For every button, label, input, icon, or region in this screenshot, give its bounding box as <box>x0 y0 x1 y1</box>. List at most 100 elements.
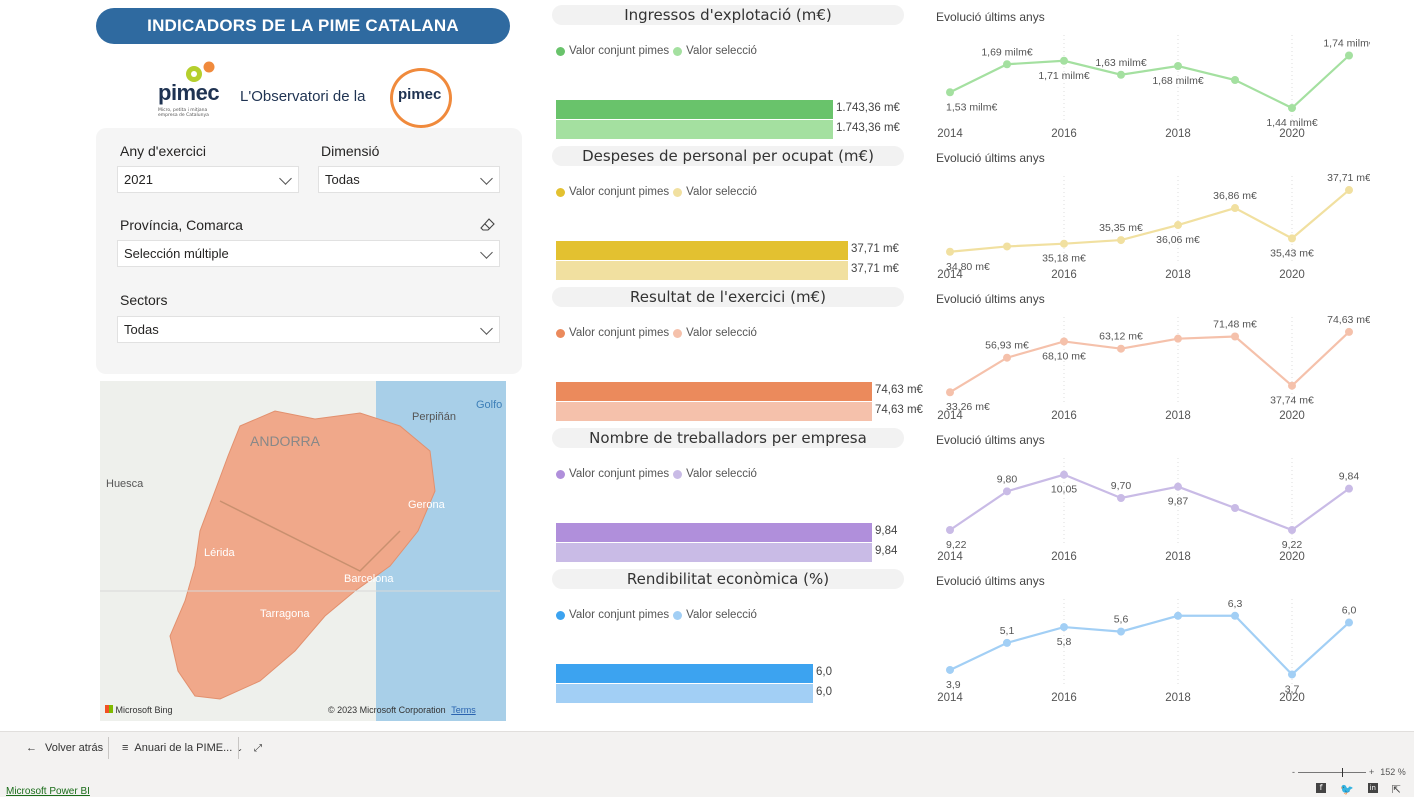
trend-chart[interactable]: 3,95,15,85,66,33,76,02014 2016 2018 2020 <box>930 589 1370 707</box>
trend-chart[interactable]: 33,26 m€56,93 m€68,10 m€63,12 m€71,48 m€… <box>930 307 1370 425</box>
map-label-barcelona: Barcelona <box>344 573 394 585</box>
data-point[interactable] <box>1174 334 1182 343</box>
data-label: 5,1 <box>1000 625 1015 637</box>
chart-legend: Valor conjunt pimes Valor selecció <box>556 186 757 198</box>
x-tick-label: 2016 <box>1051 269 1077 281</box>
data-label: 37,74 m€ <box>1270 395 1314 407</box>
legend-dot-selection <box>673 469 683 479</box>
data-point[interactable] <box>1288 381 1296 390</box>
bar-selection[interactable] <box>556 120 833 139</box>
bar-selection[interactable] <box>556 402 872 421</box>
dimension-label: Dimensió <box>321 143 380 159</box>
terms-link[interactable]: Terms <box>451 705 476 715</box>
map-label-huesca: Huesca <box>106 478 144 490</box>
section-title: Nombre de treballadors per empresa <box>552 428 904 448</box>
data-label: 35,18 m€ <box>1042 253 1086 265</box>
data-point[interactable] <box>1174 611 1182 620</box>
bar-total[interactable] <box>556 382 872 401</box>
data-point[interactable] <box>1288 234 1296 243</box>
data-point[interactable] <box>1003 60 1011 69</box>
data-point[interactable] <box>946 88 954 97</box>
data-point[interactable] <box>946 526 954 534</box>
bar-selection[interactable] <box>556 543 872 562</box>
bar-total-value: 1.743,36 m€ <box>836 102 900 114</box>
data-point[interactable] <box>1003 242 1011 251</box>
data-point[interactable] <box>1174 482 1182 491</box>
data-point[interactable] <box>1231 611 1239 620</box>
linkedin-icon[interactable]: in <box>1367 783 1378 793</box>
bar-total[interactable] <box>556 523 872 542</box>
data-label: 9,22 <box>1282 539 1303 551</box>
bar-selection[interactable] <box>556 684 813 703</box>
data-point[interactable] <box>1288 104 1296 112</box>
x-tick-label: 2020 <box>1279 410 1305 422</box>
data-point[interactable] <box>1003 353 1011 362</box>
data-point[interactable] <box>1174 62 1182 70</box>
data-point[interactable] <box>1117 494 1125 502</box>
data-point[interactable] <box>1117 236 1125 245</box>
data-label: 9,22 <box>946 539 967 551</box>
data-point[interactable] <box>1060 470 1068 479</box>
observatori-pimec-text: pimec <box>396 86 444 103</box>
sectors-label: Sectors <box>120 292 168 308</box>
section-title: Despeses de personal per ocupat (m€) <box>552 146 904 166</box>
bar-selection[interactable] <box>556 261 848 280</box>
data-point[interactable] <box>1231 332 1239 341</box>
bar-total[interactable] <box>556 100 833 119</box>
data-point[interactable] <box>1060 337 1068 346</box>
x-tick-label: 2014 <box>937 410 963 422</box>
province-label: Província, Comarca <box>120 217 243 233</box>
data-point[interactable] <box>1060 56 1068 65</box>
data-point[interactable] <box>1003 638 1011 647</box>
data-point[interactable] <box>1231 504 1239 512</box>
province-dropdown[interactable]: Selección múltiple <box>117 240 500 267</box>
x-tick-label: 2018 <box>1165 128 1191 140</box>
zoom-control[interactable]: - + 152 % <box>1292 765 1412 779</box>
back-button[interactable]: ← Volver atrás <box>26 732 103 764</box>
data-point[interactable] <box>1060 239 1068 248</box>
chevron-down-icon <box>480 172 493 185</box>
data-point[interactable] <box>1231 76 1239 84</box>
data-point[interactable] <box>1174 221 1182 230</box>
data-point[interactable] <box>1345 618 1353 627</box>
trend-chart[interactable]: 1,53 milm€ 1,69 milm€ 1,71 milm€ 1,63 milm€… <box>930 25 1370 143</box>
powerbi-link[interactable]: Microsoft Power BI <box>6 786 90 797</box>
data-point[interactable] <box>1117 344 1125 353</box>
page-selector[interactable]: ≡ Anuari de la PIME... ⌄ <box>122 732 243 764</box>
zoom-thumb[interactable] <box>1342 767 1343 777</box>
data-point[interactable] <box>946 665 954 674</box>
dimension-dropdown[interactable]: Todas <box>318 166 500 193</box>
zoom-plus-icon[interactable]: + <box>1369 767 1374 777</box>
trend-chart[interactable]: 9,22 9,80 10,05 9,70 9,87 9,22 9,84 2014 2016 201… <box>930 448 1370 566</box>
share-icon[interactable]: ⇱ <box>1392 783 1401 796</box>
trend-chart[interactable]: 34,80 m€35,18 m€35,35 m€36,06 m€36,86 m€… <box>930 166 1370 284</box>
data-point[interactable] <box>1345 51 1353 60</box>
report-title: INDICADORS DE LA PIME CATALANA <box>96 8 510 44</box>
x-tick-label: 2018 <box>1165 551 1191 563</box>
data-point[interactable] <box>1231 204 1239 213</box>
data-point[interactable] <box>1345 186 1353 195</box>
bar-total[interactable] <box>556 664 813 683</box>
fit-screen-button[interactable]: ⤢ <box>254 732 262 764</box>
data-point[interactable] <box>1288 670 1296 679</box>
province-value: Selección múltiple <box>124 246 229 261</box>
zoom-slider[interactable] <box>1298 767 1366 777</box>
twitter-icon[interactable]: 🐦 <box>1340 783 1354 796</box>
data-point[interactable] <box>1345 484 1353 493</box>
data-point[interactable] <box>1345 327 1353 336</box>
zoom-minus-icon[interactable]: - <box>1292 767 1295 777</box>
data-point[interactable] <box>946 388 954 397</box>
data-point[interactable] <box>1288 526 1296 534</box>
data-point[interactable] <box>1117 627 1125 636</box>
sectors-dropdown[interactable]: Todas <box>117 316 500 343</box>
bar-total[interactable] <box>556 241 848 260</box>
facebook-icon[interactable]: f <box>1316 783 1326 793</box>
year-dropdown[interactable]: 2021 <box>117 166 299 193</box>
data-point[interactable] <box>1060 623 1068 632</box>
x-tick-label: 2016 <box>1051 551 1077 563</box>
eraser-icon[interactable] <box>480 217 496 233</box>
data-point[interactable] <box>1003 487 1011 496</box>
catalonia-map[interactable]: Perpiñán Golfo ANDORRA Huesca Gerona Lér… <box>100 381 506 721</box>
data-point[interactable] <box>1117 70 1125 79</box>
data-point[interactable] <box>946 247 954 256</box>
